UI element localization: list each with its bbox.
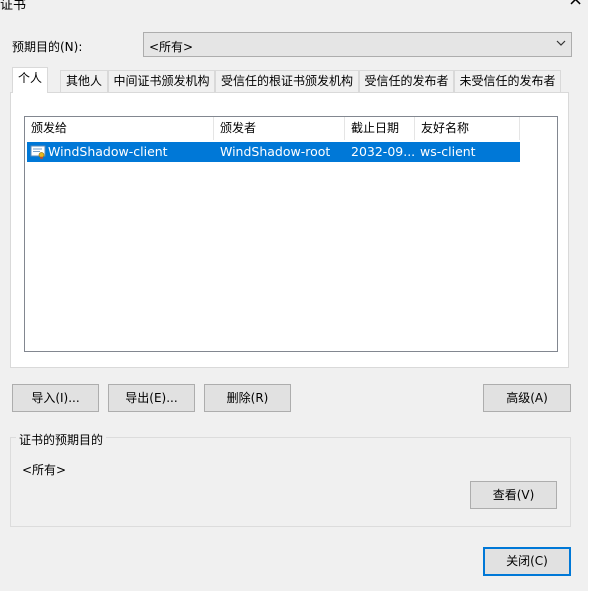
export-button[interactable]: 导出(E)... [108,384,195,412]
column-header-issued-by[interactable]: 颁发者 [214,117,345,140]
column-header-issued-to[interactable]: 颁发给 [25,117,214,140]
window-close-button[interactable]: × [561,0,590,10]
intended-purposes-value: <所有> [22,463,67,477]
purpose-label: 预期目的(N): [12,40,83,54]
purpose-dropdown-value: <所有> [149,40,194,54]
window-title: 证书 [0,0,27,13]
remove-button[interactable]: 删除(R) [204,384,291,412]
cell-friendly-name: ws-client [420,144,476,159]
chevron-down-icon [556,40,566,46]
close-button[interactable]: 关闭(C) [483,547,571,576]
column-header-friendly-name[interactable]: 友好名称 [415,117,520,140]
tab-trusted-root-ca[interactable]: 受信任的根证书颁发机构 [215,70,359,92]
column-header-expiration[interactable]: 截止日期 [345,117,415,140]
import-button[interactable]: 导入(I)... [12,384,99,412]
purpose-dropdown[interactable]: <所有> [143,32,572,57]
tab-intermediate-ca[interactable]: 中间证书颁发机构 [108,70,215,92]
cell-issued-by: WindShadow-root [220,144,331,159]
tab-other-people[interactable]: 其他人 [60,70,108,92]
cell-expiration: 2032-09... [351,144,415,159]
view-button[interactable]: 查看(V) [470,481,557,509]
tab-trusted-publishers[interactable]: 受信任的发布者 [359,70,454,92]
tab-untrusted-publishers[interactable]: 未受信任的发布者 [454,70,561,92]
tab-personal[interactable]: 个人 [12,67,48,93]
certificate-icon [30,145,46,160]
certificate-list[interactable]: 颁发给 颁发者 截止日期 友好名称 WindShadow-client Wind… [24,116,558,352]
cell-issued-to: WindShadow-client [48,144,168,159]
advanced-button[interactable]: 高级(A) [483,384,571,412]
table-row[interactable]: WindShadow-client WindShadow-root 2032-0… [27,142,520,162]
intended-purposes-title: 证书的预期目的 [16,431,107,448]
